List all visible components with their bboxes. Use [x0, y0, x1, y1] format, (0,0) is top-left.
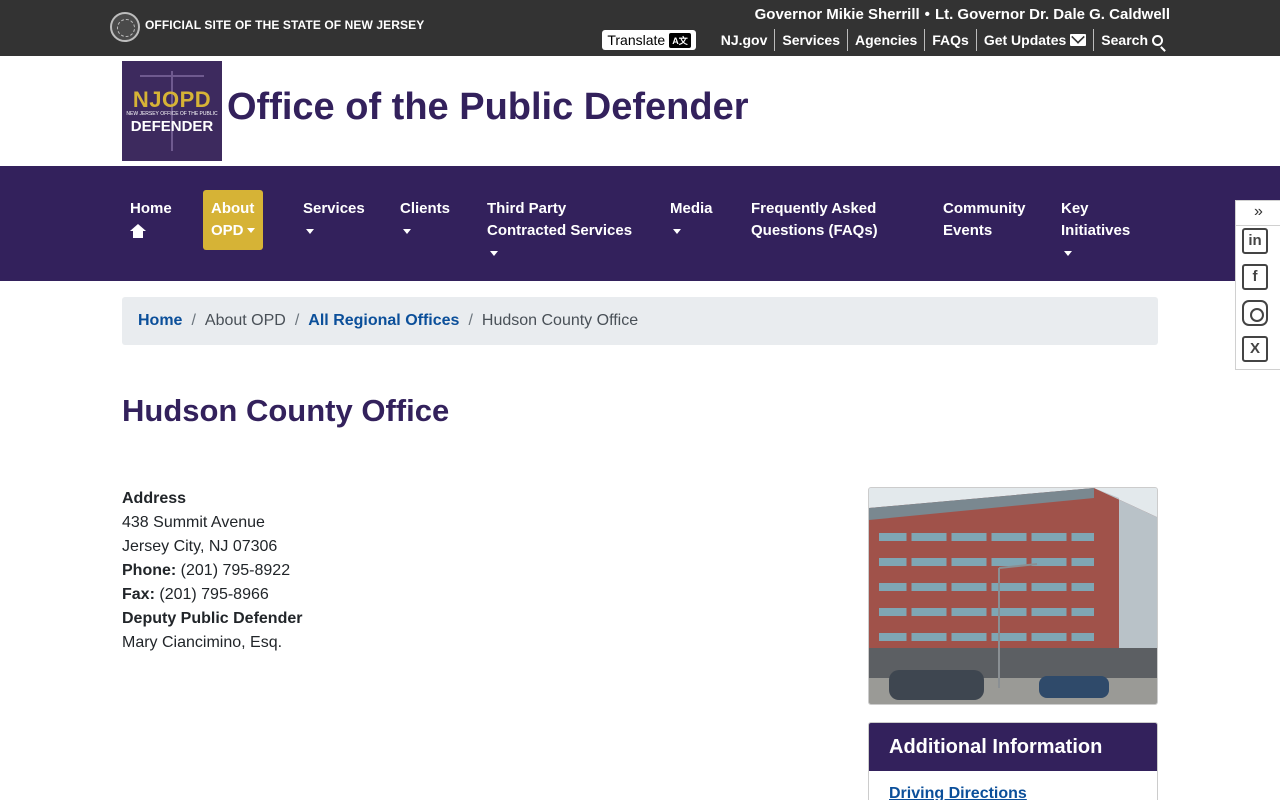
office-building-photo	[868, 487, 1158, 705]
translate-label: Translate	[607, 32, 666, 48]
njgov-link[interactable]: NJ.gov	[714, 29, 775, 51]
additional-info-card: Additional Information Driving Direction…	[868, 722, 1158, 800]
nav-services[interactable]: Services	[303, 198, 365, 234]
nj-seal-icon	[110, 12, 140, 42]
state-bar: OFFICIAL SITE OF THE STATE OF NEW JERSEY…	[0, 0, 1280, 56]
nav-key-line1: Key	[1061, 200, 1089, 217]
get-updates-label: Get Updates	[983, 32, 1067, 48]
njgov-link-label: NJ.gov	[720, 32, 768, 48]
services-link[interactable]: Services	[774, 29, 847, 51]
nav-faqs-line2: Questions (FAQs)	[751, 222, 878, 239]
governor-line: Governor Mikie Sherrill • Lt. Governor Dr.…	[755, 6, 1170, 23]
site-title[interactable]: Office of the Public Defender	[227, 86, 749, 129]
nav-about-label-line1: About	[211, 200, 255, 217]
services-link-label: Services	[782, 32, 840, 48]
instagram-icon[interactable]	[1242, 300, 1268, 326]
chevron-down-icon	[246, 227, 255, 233]
logo-short-text: NJOPD	[132, 87, 212, 112]
nav-media-label: Media	[670, 200, 713, 217]
breadcrumb-about: About OPD	[204, 312, 286, 329]
logo-word: DEFENDER	[130, 118, 214, 135]
chevron-down-icon	[403, 229, 411, 234]
agencies-link[interactable]: Agencies	[847, 29, 924, 51]
phone-row: Phone: (201) 795-8922	[122, 559, 302, 583]
translate-button[interactable]: Translate A文	[602, 30, 696, 50]
envelope-icon	[1070, 34, 1087, 46]
breadcrumb-home[interactable]: Home	[138, 312, 182, 330]
building-illustration	[869, 488, 1157, 704]
nav-faqs-line1: Frequently Asked	[751, 200, 877, 217]
facebook-icon[interactable]: f	[1242, 264, 1268, 290]
logo-scale-beam	[140, 75, 204, 77]
collapse-rail-icon[interactable]: »	[1254, 203, 1263, 221]
chevron-down-icon	[490, 251, 498, 256]
translate-icon: A文	[669, 32, 691, 48]
nav-media[interactable]: Media	[670, 198, 713, 234]
nav-about-label-line2: OPD	[211, 222, 244, 239]
agencies-link-label: Agencies	[855, 32, 918, 48]
official-site-label: OFFICIAL SITE OF THE STATE OF NEW JERSEY	[145, 18, 425, 32]
breadcrumb-separator: /	[294, 312, 300, 329]
nav-community-events[interactable]: Community Events	[943, 198, 1026, 242]
additional-info-title: Additional Information	[869, 723, 1157, 771]
nav-third-party-line1: Third Party	[487, 200, 567, 217]
nav-home-label: Home	[130, 200, 172, 217]
nav-key-initiatives[interactable]: Key Initiatives	[1061, 198, 1130, 256]
chevron-down-icon	[1064, 251, 1072, 256]
social-divider	[1236, 225, 1280, 226]
x-twitter-icon[interactable]: X	[1242, 336, 1268, 362]
fax-value: (201) 795-8966	[159, 586, 269, 603]
nav-services-label: Services	[303, 200, 365, 217]
social-share-rail: » in f X	[1235, 200, 1280, 370]
breadcrumb-current: Hudson County Office	[481, 312, 639, 329]
main-nav: Home About OPD Services Clients Third Pa…	[0, 166, 1280, 281]
driving-directions-link[interactable]: Driving Directions	[889, 785, 1027, 800]
lt-governor-name: Lt. Governor Dr. Dale G. Caldwell	[934, 6, 1170, 23]
governor-name: Governor Mikie Sherrill	[754, 6, 920, 23]
address-label: Address	[122, 490, 187, 507]
nav-about-opd[interactable]: About OPD	[203, 190, 263, 250]
breadcrumb-separator: /	[468, 312, 473, 329]
phone-label: Phone:	[122, 562, 177, 579]
faqs-link[interactable]: FAQs	[924, 29, 976, 51]
governor-separator: •	[924, 6, 930, 23]
nav-community-line2: Events	[943, 222, 993, 239]
phone-value: (201) 795-8922	[180, 562, 291, 579]
state-top-nav: Translate A文 NJ.gov Services Agencies FA…	[602, 29, 1170, 51]
search-label: Search	[1101, 32, 1148, 48]
fax-row: Fax: (201) 795-8966	[122, 583, 302, 607]
nav-community-line1: Community	[943, 200, 1026, 217]
nav-third-party-line2: Contracted Services	[487, 222, 633, 239]
address-city: Jersey City, NJ 07306	[122, 538, 278, 555]
nav-third-party[interactable]: Third Party Contracted Services	[487, 198, 632, 256]
nav-clients[interactable]: Clients	[400, 198, 450, 234]
deputy-name: Mary Ciancimino, Esq.	[122, 634, 283, 651]
search-icon	[1152, 34, 1163, 46]
deputy-label: Deputy Public Defender	[122, 610, 303, 627]
nav-home[interactable]: Home	[130, 198, 172, 238]
search-link[interactable]: Search	[1093, 29, 1170, 51]
office-details: Address 438 Summit Avenue Jersey City, N…	[122, 487, 302, 655]
breadcrumb-separator: /	[191, 312, 196, 329]
logo-subline: NEW JERSEY OFFICE OF THE PUBLIC	[126, 111, 218, 117]
fax-label: Fax:	[122, 586, 155, 603]
nav-key-line2: Initiatives	[1061, 222, 1131, 239]
nav-faqs[interactable]: Frequently Asked Questions (FAQs)	[751, 198, 878, 242]
page-title: Hudson County Office	[122, 393, 450, 428]
linkedin-icon[interactable]: in	[1242, 228, 1268, 254]
faqs-link-label: FAQs	[932, 32, 969, 48]
address-street: 438 Summit Avenue	[122, 514, 265, 531]
chevron-down-icon	[306, 229, 314, 234]
nav-clients-label: Clients	[400, 200, 451, 217]
home-icon	[130, 224, 146, 238]
get-updates-link[interactable]: Get Updates	[975, 29, 1093, 51]
chevron-down-icon	[673, 229, 681, 234]
breadcrumb-regional-offices[interactable]: All Regional Offices	[308, 312, 459, 330]
breadcrumb: Home / About OPD / All Regional Offices …	[122, 297, 1158, 345]
njopd-logo[interactable]: NJOPD NEW JERSEY OFFICE OF THE PUBLIC DE…	[122, 61, 222, 161]
